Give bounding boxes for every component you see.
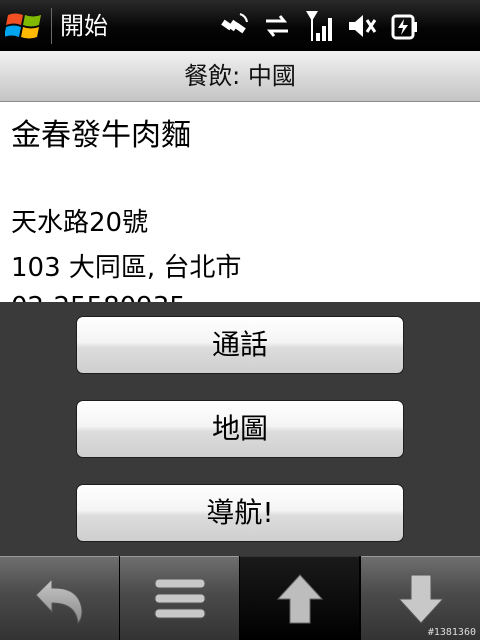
watermark: #1381360: [427, 627, 476, 638]
softkey-bar: #1381360: [0, 556, 480, 640]
gps-satellite-icon: [221, 13, 248, 34]
data-arrows-icon: [266, 15, 288, 37]
battery-charging-icon: [391, 14, 417, 40]
status-separator: [51, 8, 52, 44]
menu-list-icon: [154, 578, 205, 618]
address-line1: 天水路20號: [11, 208, 149, 238]
place-details: 金春發牛肉麵 天水路20號 103 大同區, 台北市 02-25580935: [0, 102, 480, 302]
up-arrow-icon: [276, 573, 323, 623]
status-bar: 開始: [0, 0, 480, 51]
signal-strength-icon: [306, 11, 332, 41]
address-line2: 103 大同區, 台北市: [11, 253, 242, 283]
windows-flag-icon: [5, 13, 41, 39]
action-menu: 通話 地圖 導航!: [0, 302, 480, 556]
scroll-up-button[interactable]: [240, 556, 359, 640]
page-title: 餐飲: 中國: [0, 51, 480, 102]
start-label: 開始: [60, 12, 108, 40]
map-button[interactable]: 地圖: [76, 400, 404, 458]
start-button[interactable]: 開始: [0, 0, 110, 51]
status-icons[interactable]: [218, 8, 420, 44]
down-arrow-icon: [397, 574, 444, 624]
back-button[interactable]: [0, 556, 119, 640]
menu-button[interactable]: [120, 556, 239, 640]
navigate-button[interactable]: 導航!: [76, 484, 404, 542]
back-arrow-icon: [34, 577, 83, 624]
phone-number[interactable]: 02-25580935: [11, 292, 186, 302]
call-button[interactable]: 通話: [76, 316, 404, 374]
place-name: 金春發牛肉麵: [11, 118, 191, 153]
volume-mute-icon: [349, 15, 377, 37]
